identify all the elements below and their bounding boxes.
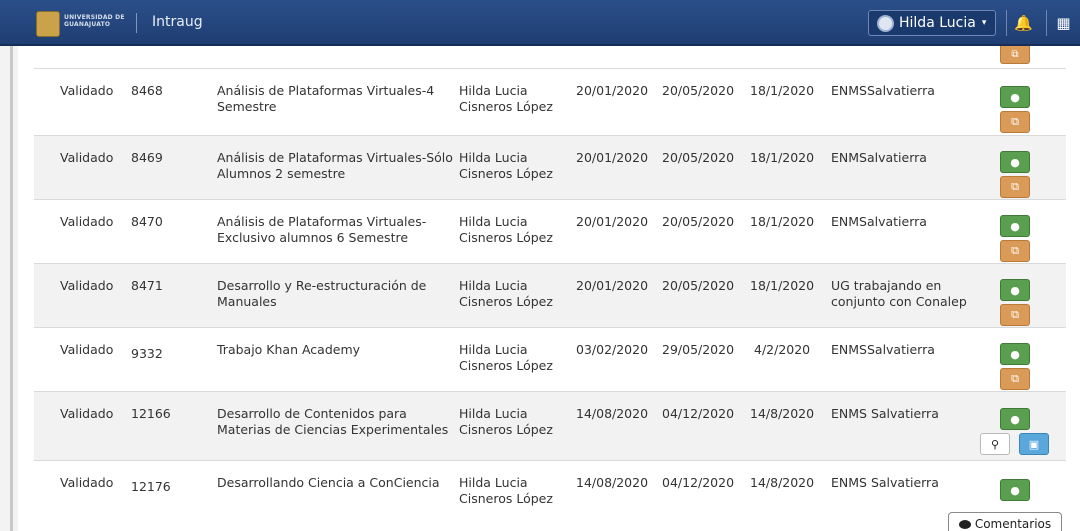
registered-date-cell: 4/2/2020: [754, 342, 811, 357]
comments-label: Comentarios: [974, 517, 1052, 531]
copy-button[interactable]: ⧉: [1000, 368, 1030, 390]
status-cell: Validado: [60, 475, 114, 490]
start-date-cell: 20/01/2020: [576, 278, 649, 293]
status-cell: Validado: [60, 406, 114, 421]
end-date-cell: 04/12/2020: [662, 406, 735, 421]
owner-cell: Hilda Lucia Cisneros López: [459, 150, 553, 181]
owner-cell: Hilda Lucia Cisneros López: [459, 278, 553, 309]
place-cell: UG trabajando en conjunto con Conalep: [831, 278, 967, 309]
activity-name-cell: Desarrollo de Contenidos para Materias d…: [217, 406, 449, 437]
registered-date-cell: 14/8/2020: [750, 475, 815, 490]
owner-cell: Hilda Lucia Cisneros López: [459, 475, 553, 506]
status-cell: Validado: [60, 83, 114, 98]
view-button[interactable]: ●: [1000, 151, 1030, 173]
speech-bubble-icon: [958, 519, 971, 529]
view-button[interactable]: ●: [1000, 215, 1030, 237]
end-date-cell: 20/05/2020: [662, 278, 735, 293]
view-button[interactable]: ●: [1000, 279, 1030, 301]
owner-cell: Hilda Lucia Cisneros López: [459, 214, 553, 245]
status-cell: Validado: [60, 342, 114, 357]
end-date-cell: 04/12/2020: [662, 475, 735, 490]
id-cell: 9332: [131, 346, 163, 361]
status-cell: Validado: [60, 214, 114, 229]
table-row: Validado 12176 Desarrollando Ciencia a C…: [34, 460, 1066, 531]
avatar-globe-icon: [877, 14, 894, 32]
start-date-cell: 14/08/2020: [576, 406, 649, 421]
top-navbar: UNIVERSIDAD DE GUANAJUATO Intraug Hilda …: [0, 0, 1080, 46]
place-cell: ENMS Salvatierra: [831, 475, 939, 490]
logo-text: UNIVERSIDAD DE GUANAJUATO: [64, 14, 125, 28]
place-cell: ENMSSalvatierra: [831, 342, 935, 357]
end-date-cell: 20/05/2020: [662, 214, 735, 229]
apps-grid-icon[interactable]: ▦: [1046, 10, 1080, 36]
place-cell: ENMSalvatierra: [831, 214, 927, 229]
university-logo[interactable]: [36, 11, 60, 37]
id-cell: 8470: [131, 214, 163, 229]
activity-name-cell: Análisis de Plataformas Virtuales-4 Seme…: [217, 83, 435, 114]
copy-button[interactable]: ⧉: [1000, 111, 1030, 133]
search-icon[interactable]: ⚲: [980, 433, 1010, 455]
start-date-cell: 03/02/2020: [576, 342, 649, 357]
status-cell: Validado: [60, 278, 114, 293]
start-date-cell: 20/01/2020: [576, 83, 649, 98]
table-row: Validado 8470 Análisis de Plataformas Vi…: [34, 199, 1066, 263]
activity-name-cell: Análisis de Plataformas Virtuales-Exclus…: [217, 214, 427, 245]
id-cell: 12166: [131, 406, 171, 421]
notifications-bell-icon[interactable]: 🔔: [1006, 10, 1040, 36]
start-date-cell: 20/01/2020: [576, 150, 649, 165]
id-cell: 8468: [131, 83, 163, 98]
status-cell: Validado: [60, 150, 114, 165]
pdf-icon[interactable]: ▣: [1019, 433, 1049, 455]
view-button[interactable]: ●: [1000, 408, 1030, 430]
chevron-down-icon: ▾: [981, 18, 987, 28]
activity-name-cell: Desarrollo y Re-estructuración de Manual…: [217, 278, 427, 309]
registered-date-cell: 18/1/2020: [750, 83, 815, 98]
activity-name-cell: Análisis de Plataformas Virtuales-Sólo A…: [217, 150, 453, 181]
registered-date-cell: 14/8/2020: [750, 406, 815, 421]
owner-cell: Hilda Lucia Cisneros López: [459, 342, 553, 373]
place-cell: ENMS Salvatierra: [831, 406, 939, 421]
place-cell: ENMSSalvatierra: [831, 83, 935, 98]
left-gutter: [0, 46, 18, 531]
id-cell: 8471: [131, 278, 163, 293]
app-name-link[interactable]: Intraug: [152, 14, 203, 30]
table-row: Validado 8469 Análisis de Plataformas Vi…: [34, 135, 1066, 199]
registered-date-cell: 18/1/2020: [750, 214, 815, 229]
logo-text-line2: GUANAJUATO: [64, 21, 111, 28]
table-row: Validado 8471 Desarrollo y Re-estructura…: [34, 263, 1066, 327]
start-date-cell: 20/01/2020: [576, 214, 649, 229]
copy-button[interactable]: ⧉: [1000, 240, 1030, 262]
owner-cell: Hilda Lucia Cisneros López: [459, 406, 553, 437]
logo-text-line1: UNIVERSIDAD DE: [64, 14, 125, 21]
activity-name-cell: Trabajo Khan Academy: [217, 342, 361, 357]
end-date-cell: 20/05/2020: [662, 150, 735, 165]
comments-button[interactable]: Comentarios: [948, 512, 1062, 531]
end-date-cell: 29/05/2020: [662, 342, 735, 357]
user-menu-button[interactable]: Hilda Lucia ▾: [868, 10, 996, 36]
scroll-line: [10, 46, 13, 531]
id-cell: 12176: [131, 479, 171, 494]
nav-separator: [136, 13, 137, 33]
id-cell: 8469: [131, 150, 163, 165]
view-button[interactable]: ●: [1000, 86, 1030, 108]
user-name: Hilda Lucia: [899, 15, 976, 31]
start-date-cell: 14/08/2020: [576, 475, 649, 490]
view-button[interactable]: ●: [1000, 479, 1030, 501]
activity-name-cell: Desarrollando Ciencia a ConCiencia: [217, 475, 440, 490]
registered-date-cell: 18/1/2020: [750, 278, 815, 293]
table-row: Validado 12166 Desarrollo de Contenidos …: [34, 391, 1066, 460]
table-row: Validado 9332 Trabajo Khan Academy Hilda…: [34, 327, 1066, 391]
copy-button-partial[interactable]: ⧉: [1000, 46, 1030, 64]
place-cell: ENMSalvatierra: [831, 150, 927, 165]
activities-table: ⧉ Validado 8468 Análisis de Plataformas …: [34, 46, 1066, 531]
view-button[interactable]: ●: [1000, 343, 1030, 365]
copy-button[interactable]: ⧉: [1000, 304, 1030, 326]
table-row: Validado 8468 Análisis de Plataformas Vi…: [34, 68, 1066, 135]
registered-date-cell: 18/1/2020: [750, 150, 815, 165]
end-date-cell: 20/05/2020: [662, 83, 735, 98]
copy-button[interactable]: ⧉: [1000, 176, 1030, 198]
owner-cell: Hilda Lucia Cisneros López: [459, 83, 553, 114]
